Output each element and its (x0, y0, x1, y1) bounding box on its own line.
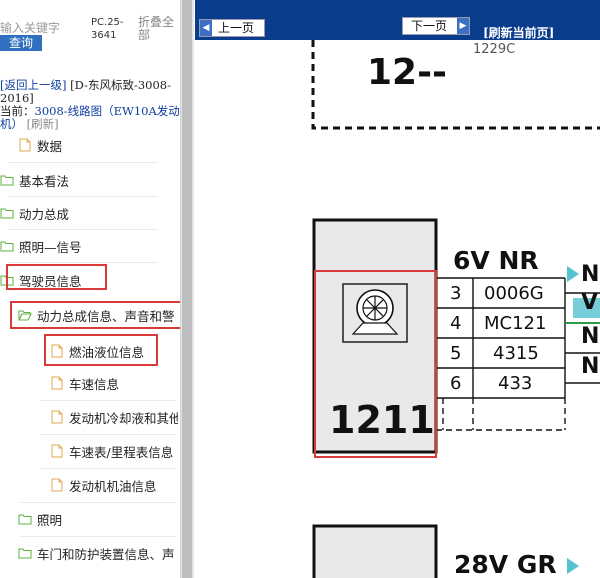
tree-label: 基本看法 (19, 173, 70, 189)
tree-item-lighting[interactable]: 照明 (18, 509, 178, 529)
side-label: N (581, 354, 600, 379)
tree-label: 车门和防护装置信息、声 (37, 546, 175, 562)
collapse-all-button[interactable]: 折叠全部 (138, 16, 178, 42)
scrollbar-thumb[interactable] (182, 0, 192, 578)
left-panel: 查询 PC.25-3641 折叠全部 [返回上一级] [D-东风标致-3008-… (0, 0, 180, 578)
connector1-label: 6V NR (453, 246, 539, 275)
wire-code: 4315 (493, 343, 539, 364)
tree-item-vehicle-speed[interactable]: 车速信息 (50, 373, 178, 393)
tree-label: 发动机机油信息 (69, 478, 157, 494)
folder-icon (0, 175, 14, 186)
tree-label: 照明—信号 (19, 239, 82, 255)
connector2-label: 28V GR (454, 550, 557, 578)
tree-item-data[interactable]: 数据 (18, 135, 178, 155)
file-icon (51, 478, 63, 492)
highlight-fuel-level (44, 334, 158, 366)
folder-icon (18, 514, 32, 525)
pc-code: PC.25-3641 (91, 17, 124, 41)
side-label: N (581, 262, 600, 287)
folder-icon (0, 241, 14, 252)
arrow-left-icon: ◀ (200, 20, 212, 36)
highlight-powertrain-info (10, 301, 180, 329)
refresh-page-link[interactable]: [刷新当前页] (483, 24, 554, 41)
tree-label: 发动机冷却液和其他 (69, 410, 178, 426)
prev-page-button[interactable]: ◀ 上一页 (199, 19, 265, 37)
pin-number: 3 (450, 283, 462, 304)
tree-item-basic-views[interactable]: 基本看法 (0, 170, 178, 190)
tree-label: 车速信息 (69, 376, 120, 392)
search-input[interactable] (0, 20, 80, 36)
diagram-viewer: ◀ 上一页 下一页 ▶ [刷新当前页] 1229C 12-- 1211 6V N… (195, 0, 600, 578)
tree-item-doors-protection[interactable]: 车门和防护装置信息、声 (18, 543, 178, 563)
current-prefix: 当前： (0, 104, 35, 118)
side-label: V (581, 290, 599, 315)
breadcrumb: [返回上一级] [D-东风标致-3008-2016] 当前：3008-线路图（E… (0, 79, 180, 131)
pin-number: 4 (450, 313, 462, 334)
tree-item-coolant[interactable]: 发动机冷却液和其他 (50, 407, 178, 427)
tree-label: 车速表/里程表信息 (69, 444, 174, 460)
wire-code: MC121 (484, 313, 547, 334)
tree-item-engine-oil[interactable]: 发动机机油信息 (50, 475, 178, 495)
next-page-button[interactable]: 下一页 ▶ (402, 17, 470, 35)
folder-icon (0, 208, 14, 219)
file-icon (19, 138, 31, 152)
file-icon (51, 444, 63, 458)
back-link[interactable]: [返回上一级] (0, 78, 66, 92)
wire-code: 0006G (484, 283, 544, 304)
tree-item-speedometer[interactable]: 车速表/里程表信息 (50, 441, 178, 461)
pin-number: 6 (450, 373, 462, 394)
highlight-component (314, 270, 437, 458)
next-page-label: 下一页 (411, 19, 448, 33)
side-label: N (581, 324, 600, 349)
top-component-label: 12-- (367, 52, 447, 93)
tree-label: 动力总成 (19, 206, 70, 222)
highlight-driver-info (6, 264, 107, 290)
folder-icon (18, 548, 32, 559)
prev-page-label: 上一页 (218, 21, 255, 35)
pin-number: 5 (450, 343, 462, 364)
tree-item-powertrain[interactable]: 动力总成 (0, 203, 178, 223)
file-icon (51, 410, 63, 424)
wire-code: 433 (498, 373, 533, 394)
tree-label: 数据 (37, 138, 63, 154)
file-icon (51, 376, 63, 390)
tree-item-lighting-signal[interactable]: 照明—信号 (0, 236, 178, 256)
tree-label: 照明 (37, 512, 63, 528)
arrow-right-icon: ▶ (457, 18, 469, 34)
top-code: 1229C (473, 42, 516, 57)
refresh-link[interactable]: [刷新] (27, 117, 59, 131)
search-button[interactable]: 查询 (0, 35, 42, 51)
